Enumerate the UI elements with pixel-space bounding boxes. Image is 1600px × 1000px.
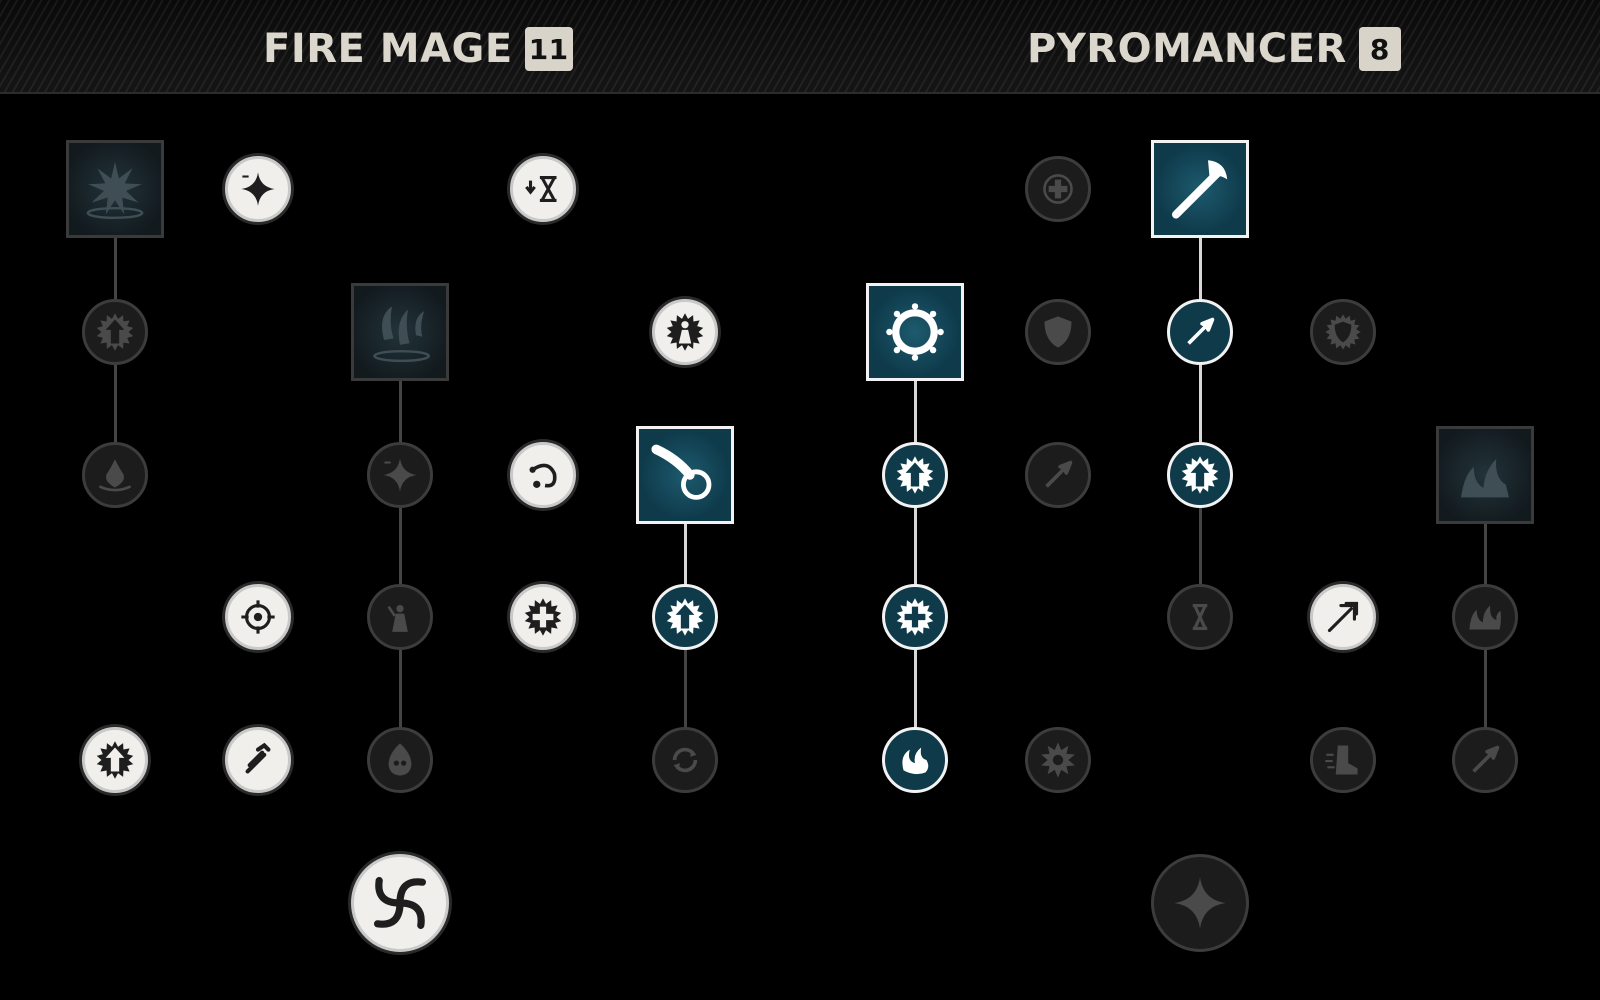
points-badge: 8 xyxy=(1358,27,1401,71)
arrow-diagonal-icon xyxy=(1045,460,1073,488)
skill-node-py-boot[interactable] xyxy=(1310,727,1376,793)
flame-burst-icon xyxy=(98,459,132,492)
skill-node-fm-cross-burst[interactable] xyxy=(510,584,576,650)
flames-icon xyxy=(1469,605,1501,630)
skill-node-py-arrow-up-b[interactable] xyxy=(1167,442,1233,508)
skill-node-fm-cycle[interactable] xyxy=(652,727,718,793)
fire-ring-icon xyxy=(886,303,944,361)
skill-node-py-burst[interactable] xyxy=(1025,727,1091,793)
skill-node-py-arrow-diag-2[interactable] xyxy=(1452,727,1518,793)
skill-node-fm-figure[interactable] xyxy=(652,299,718,365)
arrow-diagonal-icon xyxy=(1187,317,1215,345)
meteors-icon xyxy=(373,306,430,362)
arrow-up-icon xyxy=(896,456,934,494)
skill-node-py-ring[interactable] xyxy=(866,283,964,381)
dash-icon xyxy=(245,742,271,774)
skill-node-fm-star-minus-2[interactable] xyxy=(367,442,433,508)
skill-node-fm-fireball[interactable] xyxy=(636,426,734,524)
star-icon xyxy=(1174,877,1226,929)
star-minus-icon xyxy=(241,172,275,206)
skill-node-py-hourglass[interactable] xyxy=(1167,584,1233,650)
hourglass-icon xyxy=(1192,604,1208,630)
tree-header-bar: FIRE MAGE 11 PYROMANCER 8 xyxy=(0,0,1600,94)
hourglass-down-icon xyxy=(525,176,557,202)
cross-burst-icon xyxy=(896,598,934,636)
shield-icon xyxy=(1044,316,1072,348)
skill-node-py-star-big[interactable] xyxy=(1151,854,1249,952)
staff-icon xyxy=(1172,160,1228,219)
arrow-up-icon xyxy=(96,313,134,351)
skill-node-fm-figure-glow[interactable] xyxy=(367,584,433,650)
skill-node-py-arrow-up-a[interactable] xyxy=(882,442,948,508)
skill-node-py-trident[interactable] xyxy=(1310,584,1376,650)
bounce-icon xyxy=(529,463,557,488)
skill-node-py-fire-swirl[interactable] xyxy=(882,727,948,793)
skill-node-py-arrow-diag-dim[interactable] xyxy=(1025,442,1091,508)
trident-icon xyxy=(1327,601,1359,633)
skill-node-fm-arrow-up-1[interactable] xyxy=(82,299,148,365)
skill-node-py-fire-feet[interactable] xyxy=(1436,426,1534,524)
tree-name: PYROMANCER xyxy=(1027,26,1347,72)
skill-node-fm-star-minus[interactable] xyxy=(225,156,291,222)
skill-node-py-staff[interactable] xyxy=(1151,140,1249,238)
heal-cross-icon xyxy=(1043,174,1073,204)
explosion-icon xyxy=(86,161,144,219)
figure-glow-icon xyxy=(387,605,408,632)
skill-node-py-heal-cross[interactable] xyxy=(1025,156,1091,222)
skill-node-fm-explosion[interactable] xyxy=(66,140,164,238)
skill-node-py-cross-burst[interactable] xyxy=(882,584,948,650)
tree-title-pyromancer: PYROMANCER 8 xyxy=(1027,26,1401,72)
tree-title-fire-mage: FIRE MAGE 11 xyxy=(263,26,573,72)
skill-node-fm-meteors[interactable] xyxy=(351,283,449,381)
skill-node-py-flames[interactable] xyxy=(1452,584,1518,650)
fire-swirl-icon xyxy=(902,747,929,775)
skill-node-fm-dash[interactable] xyxy=(225,727,291,793)
skill-node-py-sun-shield[interactable] xyxy=(1310,299,1376,365)
skill-node-fm-flame-burst[interactable] xyxy=(82,442,148,508)
boot-icon xyxy=(1325,745,1358,775)
arrow-up-icon xyxy=(96,741,134,779)
skill-node-fm-bounce[interactable] xyxy=(510,442,576,508)
star-minus-icon xyxy=(383,458,417,492)
sun-shield-icon xyxy=(1325,314,1361,350)
fire-feet-icon xyxy=(1461,459,1509,498)
skill-node-fm-skull[interactable] xyxy=(367,727,433,793)
cross-burst-icon xyxy=(524,598,562,636)
skill-node-fm-vortex[interactable] xyxy=(351,854,449,952)
fireball-icon xyxy=(651,444,712,500)
cycle-icon xyxy=(672,747,698,773)
skill-node-py-arrow-diag[interactable] xyxy=(1167,299,1233,365)
skill-node-py-shield[interactable] xyxy=(1025,299,1091,365)
skill-node-fm-target[interactable] xyxy=(225,584,291,650)
tree-name: FIRE MAGE xyxy=(263,26,513,72)
vortex-icon xyxy=(374,877,426,929)
target-icon xyxy=(241,600,275,634)
arrow-up-icon xyxy=(1181,456,1219,494)
skull-fire-icon xyxy=(388,743,412,776)
burst-icon xyxy=(1041,742,1075,778)
skill-node-fm-arrow-up-2[interactable] xyxy=(652,584,718,650)
figure-aura-icon xyxy=(666,313,704,351)
skill-node-fm-arrow-up-3[interactable] xyxy=(82,727,148,793)
arrow-up-icon xyxy=(666,598,704,636)
skill-node-fm-hourglass-down[interactable] xyxy=(510,156,576,222)
arrow-diagonal-icon xyxy=(1472,745,1500,773)
points-badge: 11 xyxy=(524,27,573,71)
